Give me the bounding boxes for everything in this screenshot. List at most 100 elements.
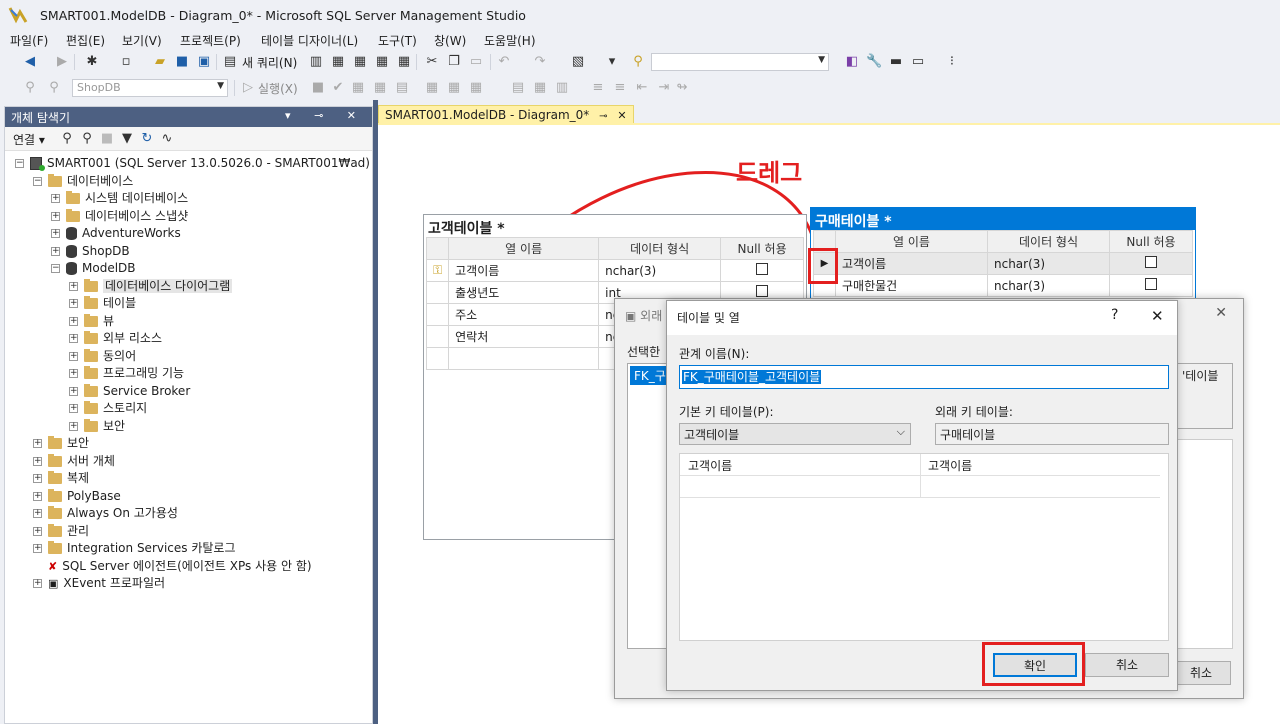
dax-query-icon[interactable]: ▦	[396, 54, 412, 70]
xmla-query-icon[interactable]: ▦	[374, 54, 390, 70]
cancel-button[interactable]: 취소	[1085, 653, 1169, 677]
tree-node[interactable]: + AdventureWorks	[51, 225, 181, 242]
execute-button[interactable]: 실행(X)	[258, 80, 298, 97]
tree-node[interactable]: − SMART001 (SQL Server 13.0.5026.0 - SMAR…	[15, 155, 370, 172]
expand-icon[interactable]: +	[51, 194, 60, 203]
expand-icon[interactable]: +	[33, 544, 42, 553]
expand-icon[interactable]: +	[51, 246, 60, 256]
expand-icon[interactable]: +	[69, 351, 78, 361]
menu-help[interactable]: 도움말(H)	[484, 32, 536, 49]
expand-icon[interactable]: +	[69, 316, 78, 326]
tree-node[interactable]: + 외부 리소스	[69, 330, 162, 347]
dmx-query-icon[interactable]: ▦	[352, 54, 368, 70]
tree-node[interactable]: + 복제	[33, 470, 89, 487]
help-icon[interactable]: ?	[1111, 307, 1118, 323]
stats-icon[interactable]: ▦	[424, 80, 440, 96]
comment-icon[interactable]: ≡	[590, 80, 606, 96]
new-query-button[interactable]: 새 쿼리(N)	[242, 54, 297, 71]
tree-node[interactable]: − 데이터베이스	[33, 173, 133, 190]
tree-node[interactable]: + 스토리지	[69, 400, 147, 417]
tree-node[interactable]: + 동의어	[69, 348, 136, 365]
tree-node[interactable]: + 프로그래밍 기능	[69, 365, 184, 382]
expand-icon[interactable]: +	[33, 491, 42, 501]
wrench-icon[interactable]: 🔧	[866, 54, 882, 70]
expand-icon[interactable]: +	[69, 421, 78, 431]
tree-node[interactable]: + Service Broker	[69, 383, 190, 400]
disconnect-icon[interactable]: ⚲	[46, 80, 62, 96]
connect-dropdown[interactable]: 연결 ▾	[13, 131, 45, 148]
tree-node[interactable]: + 서버 개체	[33, 453, 115, 470]
query-options-icon[interactable]: ▦	[372, 80, 388, 96]
outdent-icon[interactable]: ⇤	[634, 80, 650, 96]
search-combo[interactable]: ▼	[651, 53, 829, 71]
expand-icon[interactable]: +	[69, 334, 78, 343]
menu-view[interactable]: 보기(V)	[122, 32, 162, 49]
expand-icon[interactable]: +	[51, 229, 60, 238]
tree-node[interactable]: + 시스템 데이터베이스	[51, 190, 188, 207]
results-to-grid-icon[interactable]: ▦	[532, 80, 548, 96]
table-row[interactable]	[680, 476, 1160, 498]
allow-null-checkbox[interactable]	[756, 263, 769, 275]
mdx-query-icon[interactable]: ▦	[330, 54, 346, 70]
tree-node[interactable]: + 데이터베이스 다이어그램	[69, 278, 233, 295]
menu-edit[interactable]: 편집(E)	[66, 32, 105, 49]
tree-node[interactable]: + 보안	[33, 435, 89, 452]
vs-icon[interactable]: ◧	[844, 54, 860, 70]
panel-controls[interactable]: ▾ ⊸ ✕	[285, 109, 366, 122]
stop-icon[interactable]: ■	[99, 131, 115, 147]
expand-icon[interactable]: +	[33, 439, 42, 448]
collapse-icon[interactable]: −	[33, 176, 42, 186]
new-item-icon[interactable]: ▫	[118, 54, 134, 70]
menu-project[interactable]: 프로젝트(P)	[180, 32, 241, 49]
collapse-icon[interactable]: −	[15, 159, 24, 168]
back-icon[interactable]: ◀	[22, 54, 38, 70]
close-tab-icon[interactable]: ✕	[617, 109, 626, 122]
refresh-icon[interactable]: ↻	[139, 131, 155, 147]
specify-values-icon[interactable]: ↬	[674, 80, 690, 96]
new-query-icon[interactable]: ▤	[222, 54, 238, 70]
results-to-file-icon[interactable]: ▥	[554, 80, 570, 96]
include-plan-icon[interactable]: ▦	[446, 80, 462, 96]
tree-node[interactable]: + Integration Services 카탈로그	[33, 540, 236, 557]
tree-node[interactable]: + 뷰	[69, 313, 114, 330]
tree-node[interactable]: + 보안	[69, 418, 125, 435]
collapse-icon[interactable]: −	[51, 264, 60, 273]
toolbar-options-icon[interactable]: ⁝	[944, 54, 960, 70]
save-icon[interactable]: ■	[174, 54, 190, 70]
copy-icon[interactable]: ❐	[446, 54, 462, 70]
expand-icon[interactable]: +	[69, 281, 78, 291]
disconnect-plug-icon[interactable]: ⚲	[79, 131, 95, 147]
toolbox-icon[interactable]: ▬	[888, 54, 904, 70]
database-combo[interactable]: ShopDB ▼	[72, 79, 228, 97]
uncomment-icon[interactable]: ≡	[612, 80, 628, 96]
filter-icon[interactable]: ▼	[119, 131, 135, 147]
tree-node[interactable]: + 관리	[33, 523, 89, 540]
command-window-icon[interactable]: ▭	[910, 54, 926, 70]
solution-config-icon[interactable]: ▾	[604, 54, 620, 70]
stop-icon[interactable]: ■	[310, 80, 326, 96]
table-row[interactable]: 구매한물건 nchar(3)	[813, 274, 1193, 297]
save-all-icon[interactable]: ▣	[196, 54, 212, 70]
plan-icon[interactable]: ▦	[350, 80, 366, 96]
tree-node[interactable]: − ModelDB	[51, 260, 136, 277]
fk-cancel-button[interactable]: 취소	[1171, 661, 1231, 685]
forward-icon[interactable]: ▶	[54, 54, 70, 70]
allow-null-checkbox[interactable]	[756, 285, 769, 297]
db-engine-query-icon[interactable]: ▥	[308, 54, 324, 70]
pk-table-select[interactable]: 고객테이블 ⌵	[679, 423, 911, 445]
indent-icon[interactable]: ⇥	[656, 80, 672, 96]
expand-icon[interactable]: +	[33, 456, 42, 466]
execute-icon[interactable]: ▷	[240, 80, 256, 96]
tree-node[interactable]: + ShopDB	[51, 243, 130, 260]
expand-icon[interactable]: +	[69, 386, 78, 396]
activity-monitor-icon[interactable]: ▧	[570, 54, 586, 70]
fk-dialog-close-icon[interactable]: ✕	[1215, 305, 1227, 321]
expand-icon[interactable]: +	[33, 579, 42, 588]
new-project-icon[interactable]: ✱	[84, 54, 100, 70]
table-row[interactable]: ▶ 고객이름 nchar(3)	[813, 252, 1193, 275]
column-mapping-grid[interactable]: 고객이름 고객이름	[679, 453, 1169, 641]
purchase-table-box[interactable]: 구매테이블 * 열 이름 데이터 형식 Null 허용 ▶ 고객이름 nchar…	[810, 207, 1196, 307]
tree-node[interactable]: + PolyBase	[33, 488, 121, 505]
redo-icon[interactable]: ↷	[532, 54, 548, 70]
connect-icon[interactable]: ⚲	[22, 80, 38, 96]
